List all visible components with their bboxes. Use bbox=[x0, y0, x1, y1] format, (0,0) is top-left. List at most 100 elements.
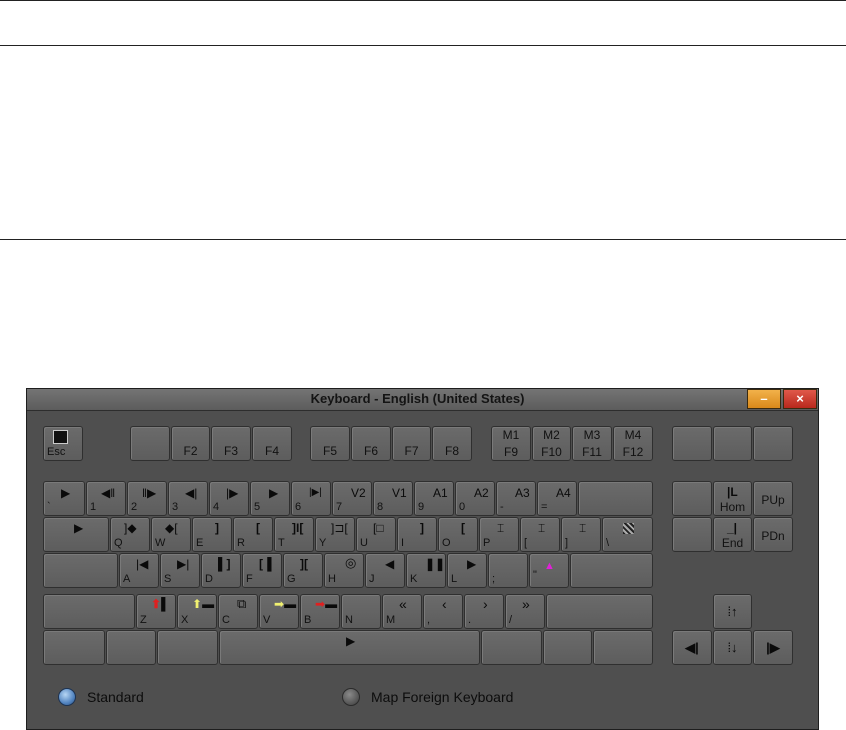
key-5[interactable]: ▶ 5 bbox=[250, 481, 290, 516]
key-end[interactable]: _| End bbox=[713, 517, 752, 552]
key-4[interactable]: |▶ 4 bbox=[209, 481, 249, 516]
key-f10[interactable]: M2 F10 bbox=[532, 426, 571, 461]
key-insert[interactable] bbox=[672, 481, 712, 516]
key-7[interactable]: V2 7 bbox=[332, 481, 372, 516]
key-lbracket[interactable]: ⌶ [ bbox=[520, 517, 560, 552]
key-slash[interactable]: » / bbox=[505, 594, 545, 629]
key-lshift[interactable] bbox=[43, 594, 135, 629]
key-c[interactable]: ⧉ C bbox=[218, 594, 258, 629]
key-0[interactable]: A2 0 bbox=[455, 481, 495, 516]
key-quote[interactable]: ▲ " bbox=[529, 553, 569, 588]
key-esc[interactable]: Esc bbox=[43, 426, 83, 461]
key-i[interactable]: ] I bbox=[397, 517, 437, 552]
key-pageup[interactable]: PUp bbox=[753, 481, 793, 516]
minimize-button[interactable]: – bbox=[747, 389, 781, 409]
title-bar[interactable]: Keyboard - English (United States) – × bbox=[27, 389, 818, 411]
key-home[interactable]: |L Hom bbox=[713, 481, 752, 516]
key-z[interactable]: ⬆▌ Z bbox=[136, 594, 176, 629]
key-f11[interactable]: M3 F11 bbox=[572, 426, 612, 461]
key-f7[interactable]: F7 bbox=[392, 426, 431, 461]
standard-radio[interactable] bbox=[58, 688, 76, 706]
key-f4[interactable]: F4 bbox=[252, 426, 292, 461]
key-backspace[interactable] bbox=[578, 481, 653, 516]
key-right[interactable]: |▶ bbox=[753, 630, 793, 665]
key-6[interactable]: |▶| 6 bbox=[291, 481, 331, 516]
lift-red-arrow-icon: ⬆▌ bbox=[151, 597, 170, 611]
top-rule bbox=[0, 0, 846, 1]
key-q[interactable]: ]◆ Q bbox=[110, 517, 150, 552]
key-period[interactable]: › . bbox=[464, 594, 504, 629]
key-left[interactable]: ◀| bbox=[672, 630, 712, 665]
key-g[interactable]: ][ G bbox=[283, 553, 323, 588]
key-f6[interactable]: F6 bbox=[351, 426, 391, 461]
key-w[interactable]: ◆[ W bbox=[151, 517, 191, 552]
checker-icon bbox=[623, 523, 634, 534]
key-f12[interactable]: M4 F12 bbox=[613, 426, 653, 461]
key-pagedown[interactable]: PDn bbox=[753, 517, 793, 552]
key-minus[interactable]: A3 - bbox=[496, 481, 536, 516]
key-tab[interactable]: ▶ bbox=[43, 517, 109, 552]
key-comma[interactable]: ‹ , bbox=[423, 594, 463, 629]
key-t[interactable]: ]I[ T bbox=[274, 517, 314, 552]
key-1[interactable]: ◀‖ 1 bbox=[86, 481, 126, 516]
key-y[interactable]: ]⊐[ Y bbox=[315, 517, 355, 552]
key-print[interactable] bbox=[672, 426, 712, 461]
map-foreign-radio[interactable] bbox=[342, 688, 360, 706]
key-f5[interactable]: F5 bbox=[310, 426, 350, 461]
key-delete[interactable] bbox=[672, 517, 712, 552]
key-equals[interactable]: A4 = bbox=[537, 481, 577, 516]
key-k[interactable]: ❚❚ K bbox=[406, 553, 446, 588]
fast-forward-icon: » bbox=[522, 596, 530, 612]
key-r[interactable]: [ R bbox=[233, 517, 273, 552]
key-2[interactable]: ‖▶ 2 bbox=[127, 481, 167, 516]
key-o[interactable]: [ O bbox=[438, 517, 478, 552]
key-f8[interactable]: F8 bbox=[432, 426, 472, 461]
key-up[interactable]: ⁞↑ bbox=[713, 594, 752, 629]
mark-out-icon: [ bbox=[256, 521, 260, 535]
key-n[interactable]: N bbox=[341, 594, 381, 629]
close-button[interactable]: × bbox=[783, 389, 817, 409]
key-pause[interactable] bbox=[753, 426, 793, 461]
key-v[interactable]: ➡▬ V bbox=[259, 594, 299, 629]
key-f[interactable]: [▐ F bbox=[242, 553, 282, 588]
clear-marks-icon: [□ bbox=[373, 521, 384, 535]
key-j[interactable]: ◀ J bbox=[365, 553, 405, 588]
key-d[interactable]: ▌] D bbox=[201, 553, 241, 588]
key-ralt[interactable] bbox=[481, 630, 542, 665]
key-f1[interactable] bbox=[130, 426, 170, 461]
key-lalt[interactable] bbox=[106, 630, 156, 665]
key-lwin[interactable] bbox=[157, 630, 218, 665]
key-scroll[interactable] bbox=[713, 426, 752, 461]
key-8[interactable]: V1 8 bbox=[373, 481, 413, 516]
key-f3[interactable]: F3 bbox=[211, 426, 251, 461]
key-p[interactable]: ⌶ P bbox=[479, 517, 519, 552]
key-rbracket[interactable]: ⌶ ] bbox=[561, 517, 601, 552]
key-down[interactable]: ⁞↓ bbox=[713, 630, 752, 665]
key-x[interactable]: ⬆▬ X bbox=[177, 594, 217, 629]
key-h[interactable]: ◎ H bbox=[324, 553, 364, 588]
key-grave[interactable]: ▶ ` bbox=[43, 481, 85, 516]
key-f9[interactable]: M1 F9 bbox=[491, 426, 531, 461]
key-a[interactable]: |◀ A bbox=[119, 553, 159, 588]
key-backslash[interactable]: \ bbox=[602, 517, 653, 552]
key-s[interactable]: ▶| S bbox=[160, 553, 200, 588]
key-f2[interactable]: F2 bbox=[171, 426, 210, 461]
key-capslock[interactable] bbox=[43, 553, 118, 588]
key-space[interactable]: ▶ bbox=[219, 630, 480, 665]
step-down-icon: ⁞↓ bbox=[727, 640, 738, 655]
key-enter[interactable] bbox=[570, 553, 653, 588]
key-3[interactable]: ◀| 3 bbox=[168, 481, 208, 516]
key-rshift[interactable] bbox=[546, 594, 653, 629]
key-b[interactable]: ➡▬ B bbox=[300, 594, 340, 629]
key-l[interactable]: ▶ L bbox=[447, 553, 487, 588]
key-u[interactable]: [□ U bbox=[356, 517, 396, 552]
key-m[interactable]: « M bbox=[382, 594, 422, 629]
play-small-icon: ▶ bbox=[269, 486, 279, 500]
key-semicolon[interactable]: ; bbox=[488, 553, 528, 588]
key-9[interactable]: A1 9 bbox=[414, 481, 454, 516]
key-rctrl[interactable] bbox=[593, 630, 653, 665]
key-rwin[interactable] bbox=[543, 630, 592, 665]
key-e[interactable]: ] E bbox=[192, 517, 232, 552]
key-lctrl[interactable] bbox=[43, 630, 105, 665]
keyboard-window: Keyboard - English (United States) – × E… bbox=[26, 388, 819, 730]
